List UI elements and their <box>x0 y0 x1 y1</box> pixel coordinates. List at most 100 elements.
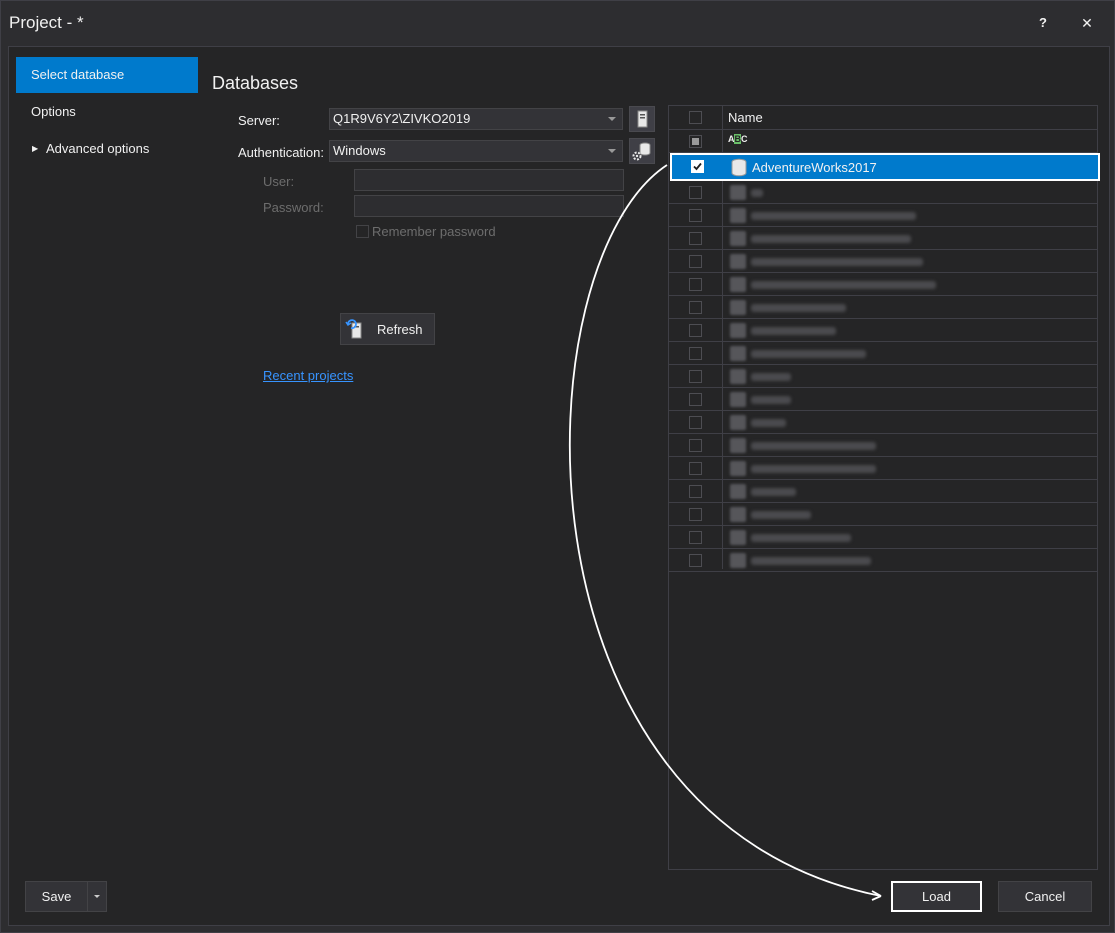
database-grid: Name ABC AdventureWorks2017 <box>668 105 1100 870</box>
load-button[interactable]: Load <box>891 881 982 912</box>
database-icon <box>730 208 746 223</box>
user-label: User: <box>263 174 295 189</box>
row-checkbox[interactable] <box>689 301 702 314</box>
redacted-name <box>751 396 791 404</box>
save-dropdown-button[interactable] <box>87 881 107 912</box>
sidebar-item-options[interactable]: Options <box>16 94 198 130</box>
project-dialog: Project - * ? ✕ Select database Options … <box>0 0 1115 933</box>
redacted-name <box>751 350 866 358</box>
row-checkbox[interactable] <box>689 370 702 383</box>
sidebar-item-advanced-options[interactable]: ▶ Advanced options <box>16 131 198 167</box>
select-all-checkbox[interactable] <box>689 111 702 124</box>
window-title: Project - * <box>9 13 84 32</box>
database-icon <box>730 300 746 315</box>
database-icon <box>730 346 746 361</box>
table-row[interactable] <box>669 204 1097 227</box>
server-label: Server: <box>238 113 280 128</box>
row-checkbox[interactable] <box>689 508 702 521</box>
database-icon <box>730 507 746 522</box>
database-icon <box>730 530 746 545</box>
table-row[interactable] <box>669 388 1097 411</box>
text-filter-icon[interactable]: ABC <box>728 134 747 144</box>
database-name: AdventureWorks2017 <box>752 160 877 175</box>
table-row[interactable] <box>669 181 1097 204</box>
table-row[interactable] <box>669 480 1097 503</box>
close-button[interactable]: ✕ <box>1075 11 1099 35</box>
chevron-down-icon <box>94 895 100 898</box>
database-icon <box>730 415 746 430</box>
name-column-header[interactable]: Name <box>728 110 763 125</box>
table-row[interactable] <box>669 319 1097 342</box>
filter-checkbox[interactable] <box>689 135 702 148</box>
row-checkbox[interactable] <box>689 209 702 222</box>
help-button[interactable]: ? <box>1031 11 1055 35</box>
table-row[interactable] <box>669 365 1097 388</box>
redacted-name <box>751 419 786 427</box>
redacted-name <box>751 442 876 450</box>
row-checkbox-checked[interactable] <box>691 160 704 173</box>
database-icon <box>730 254 746 269</box>
redacted-name <box>751 534 851 542</box>
sidebar-item-label: Select database <box>31 67 125 82</box>
table-row[interactable] <box>669 411 1097 434</box>
dialog-content: Select database Options ▶ Advanced optio… <box>8 46 1110 926</box>
chevron-down-icon[interactable] <box>608 117 616 121</box>
row-checkbox[interactable] <box>689 347 702 360</box>
expand-arrow-icon[interactable]: ▶ <box>32 131 38 167</box>
connection-settings-button[interactable] <box>629 138 655 164</box>
row-checkbox[interactable] <box>689 485 702 498</box>
table-row[interactable] <box>669 273 1097 296</box>
row-checkbox[interactable] <box>689 255 702 268</box>
database-icon <box>730 323 746 338</box>
row-checkbox[interactable] <box>689 531 702 544</box>
cancel-button[interactable]: Cancel <box>998 881 1092 912</box>
table-row-selected[interactable]: AdventureWorks2017 <box>670 153 1100 181</box>
table-row[interactable] <box>669 457 1097 480</box>
database-icon <box>730 484 746 499</box>
remember-password-checkbox[interactable] <box>356 225 369 238</box>
server-icon <box>637 110 648 128</box>
row-checkbox[interactable] <box>689 232 702 245</box>
row-checkbox[interactable] <box>689 393 702 406</box>
password-label: Password: <box>263 200 324 215</box>
refresh-server-icon <box>345 319 362 339</box>
row-checkbox[interactable] <box>689 324 702 337</box>
table-row[interactable] <box>669 342 1097 365</box>
sidebar-item-select-database[interactable]: Select database <box>16 57 198 93</box>
save-button[interactable]: Save <box>25 881 88 912</box>
redacted-name <box>751 235 911 243</box>
password-input[interactable] <box>354 195 624 217</box>
user-input[interactable] <box>354 169 624 191</box>
row-checkbox[interactable] <box>689 462 702 475</box>
database-icon <box>730 369 746 384</box>
chevron-down-icon[interactable] <box>608 149 616 153</box>
row-checkbox[interactable] <box>689 554 702 567</box>
server-combobox[interactable]: Q1R9V6Y2\ZIVKO2019 <box>329 108 623 130</box>
row-checkbox[interactable] <box>689 416 702 429</box>
sidebar-item-label: Options <box>31 104 76 119</box>
authentication-combobox[interactable]: Windows <box>329 140 623 162</box>
table-row[interactable] <box>669 549 1097 572</box>
recent-projects-link[interactable]: Recent projects <box>263 368 353 383</box>
row-checkbox[interactable] <box>689 439 702 452</box>
authentication-label: Authentication: <box>238 145 325 160</box>
table-row[interactable] <box>669 434 1097 457</box>
load-label: Load <box>922 889 951 904</box>
redacted-name <box>751 281 936 289</box>
table-row[interactable] <box>669 503 1097 526</box>
database-icon <box>731 158 747 177</box>
refresh-label: Refresh <box>377 322 423 337</box>
redacted-name <box>751 373 791 381</box>
table-row[interactable] <box>669 227 1097 250</box>
row-checkbox[interactable] <box>689 186 702 199</box>
database-icon <box>730 461 746 476</box>
sidebar-item-label: Advanced options <box>46 141 150 156</box>
table-row[interactable] <box>669 296 1097 319</box>
table-row[interactable] <box>669 250 1097 273</box>
server-browse-button[interactable] <box>629 106 655 132</box>
remember-password-label: Remember password <box>372 224 496 239</box>
row-checkbox[interactable] <box>689 278 702 291</box>
redacted-name <box>751 465 876 473</box>
refresh-button[interactable]: Refresh <box>340 313 435 345</box>
table-row[interactable] <box>669 526 1097 549</box>
